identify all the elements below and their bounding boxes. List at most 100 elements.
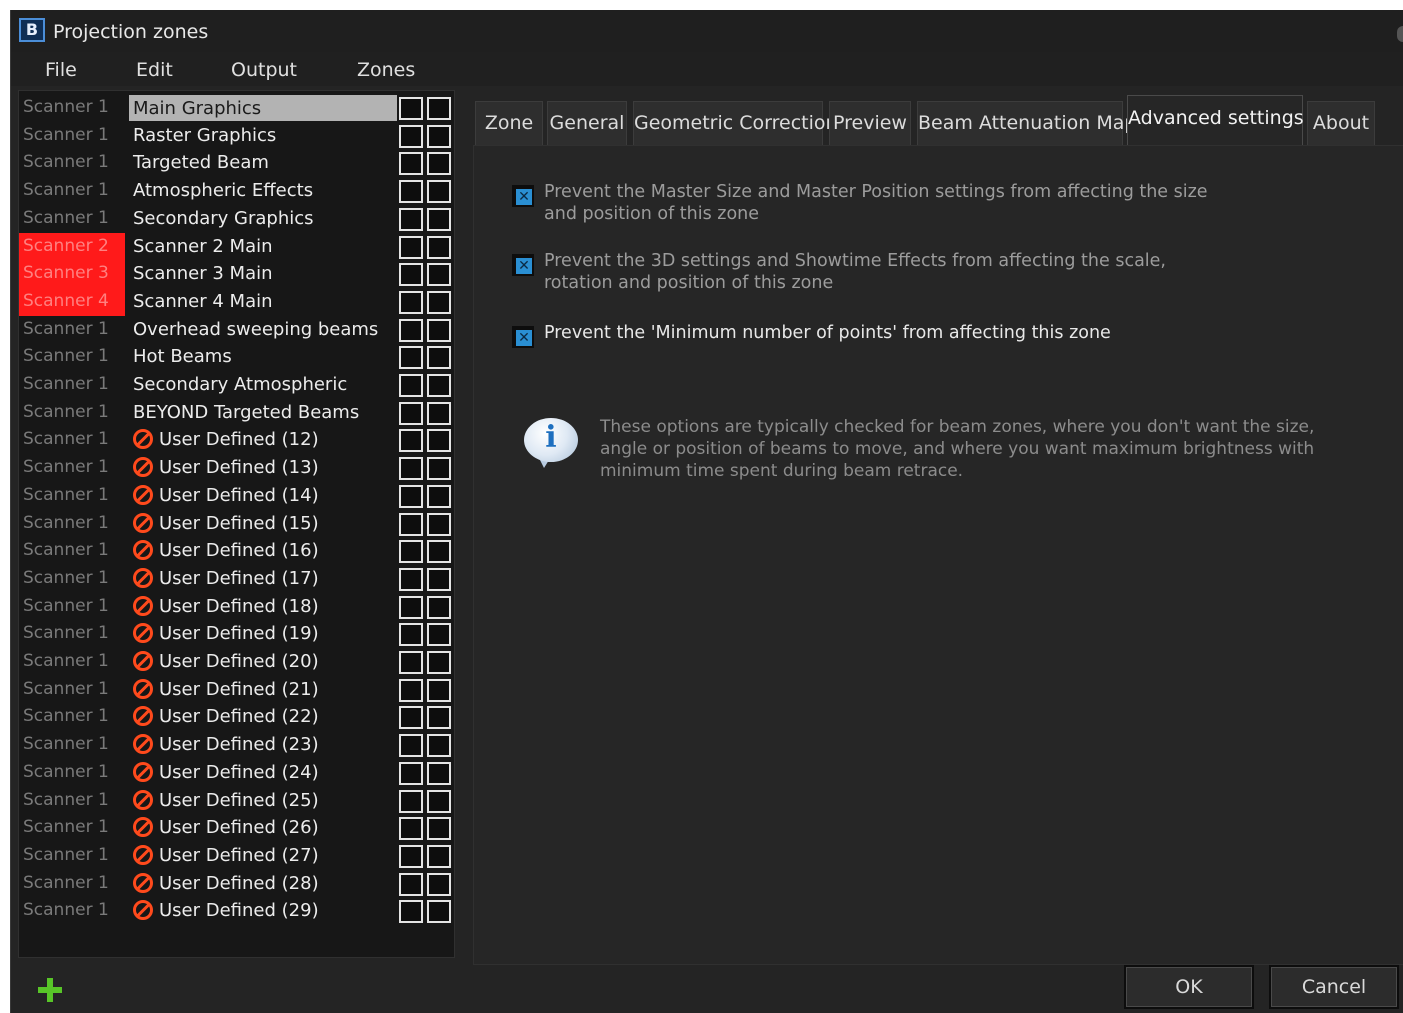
zone-scanner-cell[interactable]: Scanner 2 — [19, 232, 125, 261]
zone-name-cell[interactable]: Raster Graphics — [129, 122, 397, 150]
zone-toggle-box-2[interactable] — [427, 678, 451, 702]
zone-scanner-cell[interactable]: Scanner 1 — [19, 371, 125, 399]
zone-toggle-box-1[interactable] — [399, 678, 423, 702]
zone-name-cell[interactable]: User Defined (27) — [129, 842, 397, 870]
zone-scanner-cell[interactable]: Scanner 1 — [19, 399, 125, 427]
zone-scanner-cell[interactable]: Scanner 1 — [19, 316, 125, 344]
zone-row[interactable]: Scanner 3 Scanner 3 Main — [19, 260, 454, 288]
zone-row[interactable]: Scanner 1 User Defined (13) — [19, 454, 454, 482]
checkbox-icon[interactable]: ✕ — [510, 252, 536, 278]
zone-toggle-box-2[interactable] — [427, 872, 451, 896]
zone-toggle-box-1[interactable] — [399, 374, 423, 397]
zone-name-cell[interactable]: User Defined (25) — [129, 787, 397, 815]
tab-about[interactable]: About — [1307, 101, 1375, 145]
zone-name-cell[interactable]: User Defined (23) — [129, 731, 397, 759]
zone-toggle-box-1[interactable] — [399, 844, 423, 868]
zone-toggle-box-1[interactable] — [399, 429, 423, 453]
zone-name-cell[interactable]: Main Graphics — [129, 95, 397, 121]
zone-toggle-box-2[interactable] — [427, 706, 451, 730]
zone-toggle-box-2[interactable] — [427, 817, 451, 841]
zone-name-cell[interactable]: User Defined (20) — [129, 648, 397, 676]
zone-toggle-box-2[interactable] — [427, 540, 451, 564]
zone-name-cell[interactable]: User Defined (22) — [129, 703, 397, 731]
ok-button[interactable]: OK — [1124, 965, 1254, 1009]
zone-row[interactable]: Scanner 1 User Defined (29) — [19, 897, 454, 925]
zone-scanner-cell[interactable]: Scanner 1 — [19, 703, 125, 731]
zone-scanner-cell[interactable]: Scanner 1 — [19, 870, 125, 898]
zone-scanner-cell[interactable]: Scanner 1 — [19, 177, 125, 205]
zone-scanner-cell[interactable]: Scanner 4 — [19, 287, 125, 316]
zone-row[interactable]: Scanner 1 User Defined (12) — [19, 426, 454, 454]
zone-scanner-cell[interactable]: Scanner 1 — [19, 454, 125, 482]
zone-toggle-box-2[interactable] — [427, 900, 451, 924]
zone-toggle-box-1[interactable] — [399, 318, 423, 342]
zone-name-cell[interactable]: User Defined (15) — [129, 510, 397, 538]
zone-toggle-box-2[interactable] — [427, 512, 451, 536]
menu-output[interactable]: Output — [231, 59, 297, 81]
zone-name-cell[interactable]: User Defined (12) — [129, 426, 397, 454]
zone-name-cell[interactable]: User Defined (14) — [129, 482, 397, 510]
zone-row[interactable]: Scanner 1 User Defined (27) — [19, 842, 454, 870]
zone-toggle-box-2[interactable] — [427, 623, 451, 647]
zone-scanner-cell[interactable]: Scanner 1 — [19, 205, 125, 233]
zone-toggle-box-2[interactable] — [427, 374, 451, 397]
zone-row[interactable]: Scanner 1 Overhead sweeping beams — [19, 316, 454, 344]
tab-geometric-correction[interactable]: Geometric Correction — [633, 101, 838, 145]
zone-toggle-box-1[interactable] — [399, 900, 423, 924]
zone-scanner-cell[interactable]: Scanner 1 — [19, 537, 125, 565]
zone-name-cell[interactable]: Overhead sweeping beams — [129, 316, 397, 344]
zone-row[interactable]: Scanner 1 User Defined (23) — [19, 731, 454, 759]
zone-row[interactable]: Scanner 1 Targeted Beam — [19, 149, 454, 177]
zone-toggle-box-2[interactable] — [427, 346, 451, 370]
cancel-button[interactable]: Cancel — [1269, 965, 1399, 1009]
zone-name-cell[interactable]: User Defined (13) — [129, 454, 397, 482]
zone-toggle-box-1[interactable] — [399, 706, 423, 730]
zone-list[interactable]: Scanner 1 Main Graphics Scanner 1 Raster Gr… — [18, 90, 455, 958]
zone-toggle-box-2[interactable] — [427, 263, 451, 287]
menu-edit[interactable]: Edit — [136, 59, 173, 81]
zone-toggle-box-1[interactable] — [399, 401, 423, 425]
tab-advanced-settings[interactable]: Advanced settings — [1127, 95, 1304, 145]
zone-toggle-box-1[interactable] — [399, 457, 423, 481]
zone-scanner-cell[interactable]: Scanner 1 — [19, 510, 125, 538]
zone-row[interactable]: Scanner 1 User Defined (15) — [19, 510, 454, 538]
zone-scanner-cell[interactable]: Scanner 1 — [19, 842, 125, 870]
zone-scanner-cell[interactable]: Scanner 1 — [19, 482, 125, 510]
zone-name-cell[interactable]: User Defined (29) — [129, 897, 397, 925]
zone-toggle-box-1[interactable] — [399, 235, 423, 259]
zone-scanner-cell[interactable]: Scanner 1 — [19, 897, 125, 925]
menu-zones[interactable]: Zones — [357, 59, 415, 81]
zone-scanner-cell[interactable]: Scanner 1 — [19, 676, 125, 704]
zone-toggle-box-2[interactable] — [427, 429, 451, 453]
zone-row[interactable]: Scanner 1 User Defined (17) — [19, 565, 454, 593]
zone-scanner-cell[interactable]: Scanner 1 — [19, 620, 125, 648]
zone-row[interactable]: Scanner 1 User Defined (20) — [19, 648, 454, 676]
zone-row[interactable]: Scanner 1 Atmospheric Effects — [19, 177, 454, 205]
zone-toggle-box-1[interactable] — [399, 346, 423, 370]
zone-scanner-cell[interactable]: Scanner 1 — [19, 648, 125, 676]
zone-toggle-box-1[interactable] — [399, 180, 423, 204]
zone-toggle-box-1[interactable] — [399, 567, 423, 591]
zone-name-cell[interactable]: BEYOND Targeted Beams — [129, 399, 397, 427]
zone-toggle-box-2[interactable] — [427, 290, 451, 314]
zone-toggle-box-2[interactable] — [427, 207, 451, 231]
zone-row[interactable]: Scanner 1 User Defined (26) — [19, 814, 454, 842]
zone-row[interactable]: Scanner 1 User Defined (25) — [19, 787, 454, 815]
zone-name-cell[interactable]: Atmospheric Effects — [129, 177, 397, 205]
zone-toggle-box-2[interactable] — [427, 97, 451, 120]
tab-preview[interactable]: Preview — [829, 101, 911, 145]
zone-toggle-box-1[interactable] — [399, 623, 423, 647]
zone-scanner-cell[interactable]: Scanner 1 — [19, 565, 125, 593]
zone-toggle-box-2[interactable] — [427, 235, 451, 259]
window-corner-control[interactable] — [1397, 26, 1403, 42]
zone-scanner-cell[interactable]: Scanner 1 — [19, 787, 125, 815]
zone-scanner-cell[interactable]: Scanner 1 — [19, 759, 125, 787]
zone-name-cell[interactable]: User Defined (16) — [129, 537, 397, 565]
zone-toggle-box-2[interactable] — [427, 595, 451, 619]
plus-icon[interactable] — [38, 978, 62, 1002]
zone-toggle-box-1[interactable] — [399, 290, 423, 314]
zone-row[interactable]: Scanner 1 User Defined (28) — [19, 870, 454, 898]
tab-general[interactable]: General — [547, 101, 627, 145]
zone-name-cell[interactable]: User Defined (21) — [129, 676, 397, 704]
zone-toggle-box-1[interactable] — [399, 651, 423, 674]
